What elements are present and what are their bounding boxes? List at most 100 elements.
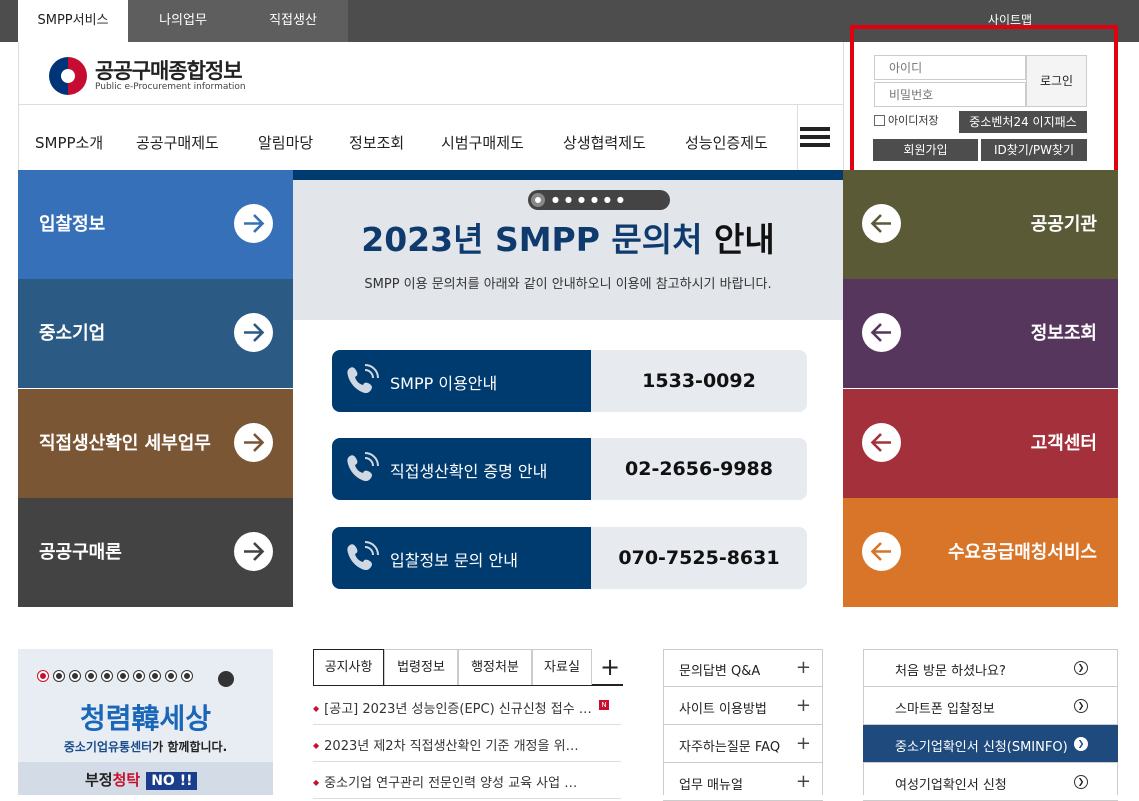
arrow-left-icon (862, 532, 901, 571)
nav-cooperation[interactable]: 상생협력제도 (563, 132, 646, 153)
logo-title: 공공구매종합정보 (95, 59, 243, 83)
main-banner: ●●●●●● 2023년 SMPP 문의처 안내 SMPP 이용 문의처를 아래… (293, 170, 843, 608)
usage-link[interactable]: 사이트 이용방법 + (663, 687, 823, 725)
promo-title: 청렴韓세상 (79, 702, 212, 735)
women-business-link[interactable]: 여성기업확인서 신청 ❯ (863, 763, 1118, 801)
tab-notice[interactable]: 공지사항 (313, 649, 384, 685)
login-button[interactable]: 로그인 (1026, 55, 1087, 107)
nav-notice[interactable]: 알림마당 (258, 132, 313, 153)
phone-icon (347, 541, 379, 571)
join-button[interactable]: 회원가입 (873, 139, 978, 161)
tile-public-agency[interactable]: 공공기관 (843, 170, 1118, 279)
nav-smpp-intro[interactable]: SMPP소개 (35, 132, 103, 153)
promo-line: 중소기업유통센터가 함께합니다. (63, 740, 228, 754)
tile-customer-center[interactable]: 고객센터 (843, 389, 1118, 498)
plus-icon: + (795, 733, 811, 754)
arrow-right-icon (234, 204, 273, 243)
pause-icon[interactable] (531, 193, 545, 207)
main-nav: SMPP소개 공공구매제도 알림마당 정보조회 시범구매제도 상생협력제도 성능… (19, 120, 799, 160)
arrow-right-icon (234, 532, 273, 571)
arrow-right-icon (234, 423, 273, 462)
contact-smpp: SMPP 이용안내 1533-0092 (332, 350, 807, 412)
tile-direct-production[interactable]: 직접생산확인 세부업무 (18, 389, 293, 498)
tile-sme[interactable]: 중소기업 (18, 279, 293, 388)
qa-link[interactable]: 문의답변 Q&A + (663, 649, 823, 687)
nav-pilot-purchase[interactable]: 시범구매제도 (441, 132, 524, 153)
slide-dots[interactable]: ●●●●●● (552, 196, 630, 204)
contact-bid-info: 입찰정보 문의 안내 070-7525-8631 (332, 527, 807, 589)
login-panel: 로그인 아이디저장 중소벤처24 이지패스 회원가입 ID찾기/PW찾기 (850, 25, 1118, 183)
pause-icon[interactable] (218, 671, 234, 687)
promo-badge: 부정청탁 NO !! (85, 769, 198, 790)
phone-icon (347, 364, 379, 394)
notice-item[interactable]: ◆ 중소기업 연구관리 전문인력 양성 교육 사업 … (313, 762, 621, 799)
logo-subtitle: Public e-Procurement information (95, 82, 246, 92)
phone-icon (347, 452, 379, 482)
plus-icon: + (795, 771, 811, 792)
tab-law-info[interactable]: 법령정보 (384, 649, 458, 685)
sminfo-link[interactable]: 중소기업확인서 신청(SMINFO) ❯ (863, 725, 1118, 763)
tile-label: 공공구매론 (39, 542, 122, 563)
notice-item[interactable]: ◆ 2023년 제2차 직접생산확인 기준 개정을 위… (313, 725, 621, 762)
arrow-left-icon (862, 204, 901, 243)
contact-phone: 070-7525-8631 (591, 527, 807, 589)
tile-public-purchase-theory[interactable]: 공공구매론 (18, 498, 293, 607)
tile-label: 중소기업 (39, 323, 106, 344)
tile-label: 정보조회 (1030, 323, 1097, 344)
tile-matching-service[interactable]: 수요공급매칭서비스 (843, 498, 1118, 607)
contact-label: 직접생산확인 증명 안내 (390, 462, 548, 481)
tab-direct-production[interactable]: 직접생산 (238, 0, 348, 42)
tile-label: 입찰정보 (39, 214, 106, 235)
banner-title: 2023년 SMPP 문의처 안내 (361, 220, 775, 259)
tile-info-search[interactable]: 정보조회 (843, 279, 1118, 388)
arrow-left-icon (862, 313, 901, 352)
tab-smpp-service[interactable]: SMPP서비스 (18, 0, 128, 42)
plus-icon: + (795, 657, 811, 678)
save-id-checkbox[interactable]: 아이디저장 (874, 112, 939, 128)
password-input[interactable] (874, 82, 1026, 107)
tile-label: 직접생산확인 세부업무 (39, 433, 211, 454)
tile-label: 고객센터 (1030, 433, 1097, 454)
nav-performance-cert[interactable]: 성능인증제도 (685, 132, 768, 153)
header: 공공구매종합정보 Public e-Procurement informatio… (18, 42, 844, 170)
manual-link[interactable]: 업무 매뉴얼 + (663, 763, 823, 801)
contact-label: SMPP 이용안내 (390, 374, 498, 393)
tab-archive[interactable]: 자료실 (532, 649, 592, 685)
promo-slide-dots[interactable] (38, 671, 198, 681)
menu-icon[interactable] (797, 105, 843, 170)
promo-banner[interactable]: 청렴韓세상 중소기업유통센터가 함께합니다. 부정청탁 NO !! (18, 649, 273, 795)
arrow-left-icon (862, 423, 901, 462)
notice-item[interactable]: ◆ [공고] 2023년 성능인증(EPC) 신규신청 접수 … N (313, 688, 621, 725)
chevron-right-icon: ❯ (1074, 775, 1088, 789)
first-visit-link[interactable]: 처음 방문 하셨나요? ❯ (863, 649, 1118, 687)
tile-bid-info[interactable]: 입찰정보 (18, 170, 293, 279)
contact-direct-production: 직접생산확인 증명 안내 02-2656-9988 (332, 438, 807, 500)
chevron-right-icon: ❯ (1074, 661, 1088, 675)
tile-label: 수요공급매칭서비스 (947, 542, 1097, 563)
chevron-right-icon: ❯ (1074, 699, 1088, 713)
chevron-right-icon: ❯ (1074, 737, 1088, 751)
plus-icon: + (795, 695, 811, 716)
emblem-icon (49, 57, 87, 95)
new-badge: N (599, 700, 609, 710)
easypass-button[interactable]: 중소벤처24 이지패스 (959, 111, 1087, 133)
nav-info-search[interactable]: 정보조회 (349, 132, 404, 153)
find-id-pw-button[interactable]: ID찾기/PW찾기 (981, 139, 1087, 161)
contact-phone: 1533-0092 (591, 350, 807, 412)
site-logo[interactable]: 공공구매종합정보 Public e-Procurement informatio… (49, 55, 279, 95)
nav-public-purchase[interactable]: 공공구매제도 (136, 132, 219, 153)
save-id-label: 아이디저장 (888, 114, 939, 127)
tile-label: 공공기관 (1030, 214, 1097, 235)
id-input[interactable] (874, 55, 1026, 80)
faq-link[interactable]: 자주하는질문 FAQ + (663, 725, 823, 763)
contact-label: 입찰정보 문의 안내 (390, 551, 518, 570)
tab-administrative[interactable]: 행정처분 (458, 649, 532, 685)
tab-my-work[interactable]: 나의업무 (128, 0, 238, 42)
header-divider (19, 104, 843, 105)
contact-phone: 02-2656-9988 (591, 438, 807, 500)
slide-pager[interactable]: ●●●●●● (528, 190, 670, 210)
notice-tabs: 공지사항 법령정보 행정처분 자료실 (313, 649, 623, 686)
smartphone-bid-link[interactable]: 스마트폰 입찰정보 ❯ (863, 687, 1118, 725)
arrow-right-icon (234, 313, 273, 352)
more-plus-icon[interactable]: + (600, 655, 620, 679)
